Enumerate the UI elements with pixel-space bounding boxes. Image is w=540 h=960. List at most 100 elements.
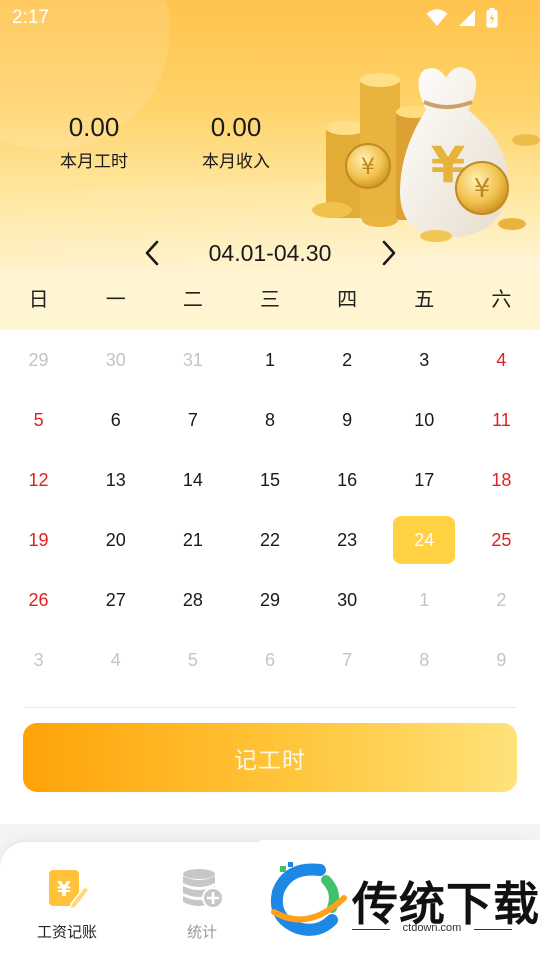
calendar-day-number: 12 (28, 469, 49, 490)
monthly-income-label: 本月收入 (202, 152, 270, 171)
date-range-label: 04.01-04.30 (208, 240, 332, 266)
calendar-day-number: 6 (110, 409, 121, 430)
calendar-day[interactable]: 17 (386, 450, 463, 510)
calendar-day[interactable]: 30 (309, 570, 386, 630)
calendar-day-number: 26 (28, 589, 49, 610)
calendar-day[interactable]: 18 (463, 450, 540, 510)
calendar-day-number: 9 (342, 409, 353, 430)
calendar-day-number: 9 (496, 649, 507, 670)
calendar-week: 5 6 7 8 9 10 11 (0, 390, 540, 450)
calendar-week: 3 4 5 6 7 8 9 (0, 630, 540, 690)
monthly-income-value: 0.00 (210, 112, 262, 142)
calendar-day[interactable]: 22 (231, 510, 308, 570)
wage-ledger-icon: ¥ (49, 870, 90, 910)
calendar-day[interactable]: 9 (463, 630, 540, 690)
calendar-day[interactable]: 30 (77, 330, 154, 390)
watermark: 传统下载 ctdown.com (260, 840, 540, 960)
calendar-day[interactable]: 6 (77, 390, 154, 450)
calendar-day-number: 18 (491, 469, 512, 490)
calendar-day-number: 13 (105, 469, 126, 490)
record-hours-button[interactable]: 记工时 (23, 723, 517, 792)
calendar-day[interactable]: 19 (0, 510, 77, 570)
calendar-day-number: 30 (105, 349, 126, 370)
calendar-day-number: 7 (187, 409, 198, 430)
calendar-day[interactable]: 5 (154, 630, 231, 690)
calendar-week: 29 30 31 1 2 3 4 (0, 330, 540, 390)
calendar-day[interactable]: 3 (0, 630, 77, 690)
svg-text:¥: ¥ (57, 877, 71, 901)
calendar-day[interactable]: 6 (231, 630, 308, 690)
calendar-day[interactable]: 16 (309, 450, 386, 510)
calendar-day-number: 6 (264, 649, 275, 670)
calendar-day-number: 14 (182, 469, 203, 490)
calendar-day-number: 2 (496, 589, 507, 610)
nav-statistics[interactable]: 统计 (142, 866, 262, 946)
calendar-day-number: 16 (337, 469, 358, 490)
calendar-day[interactable]: 1 (386, 570, 463, 630)
weekday-sun: 日 (28, 289, 49, 311)
calendar-day[interactable]: 2 (309, 330, 386, 390)
calendar-day[interactable]: 13 (77, 450, 154, 510)
calendar-day[interactable]: 12 (0, 450, 77, 510)
calendar-day[interactable]: 10 (386, 390, 463, 450)
calendar-day[interactable]: 31 (154, 330, 231, 390)
statistics-icon (183, 869, 224, 909)
calendar-day-number: 19 (28, 529, 49, 550)
calendar-day-number: 2 (342, 349, 353, 370)
weekday-thu: 四 (337, 289, 358, 311)
calendar-day[interactable]: 21 (154, 510, 231, 570)
calendar-day[interactable]: 15 (231, 450, 308, 510)
calendar-day[interactable]: 8 (231, 390, 308, 450)
record-hours-label: 记工时 (234, 746, 306, 773)
watermark-domain: ctdown.com (402, 922, 462, 934)
calendar-day[interactable]: 29 (0, 330, 77, 390)
calendar-day[interactable]: 23 (309, 510, 386, 570)
calendar-day[interactable]: 3 (386, 330, 463, 390)
calendar-day[interactable]: 20 (77, 510, 154, 570)
calendar-day-number: 20 (105, 529, 126, 550)
calendar-day[interactable]: 7 (309, 630, 386, 690)
calendar-day-number: 15 (259, 469, 280, 490)
calendar-day-number: 23 (337, 529, 358, 550)
watermark-line-right (474, 929, 512, 930)
calendar-day[interactable]: 28 (154, 570, 231, 630)
calendar-day[interactable]: 4 (77, 630, 154, 690)
calendar-day[interactable]: 29 (231, 570, 308, 630)
monthly-income-stat: 0.00 本月收入 (181, 112, 291, 172)
calendar-grid: 29 30 31 1 2 3 4 5 6 7 8 9 10 11 12 13 14 15 16 17 18 19 20 21 2… (0, 330, 540, 690)
status-time: 2:17 (12, 7, 49, 28)
calendar-day[interactable]: 2 (463, 570, 540, 630)
calendar-day-number: 8 (264, 409, 275, 430)
calendar-day[interactable]: 11 (463, 390, 540, 450)
calendar-day-number: 29 (259, 589, 280, 610)
calendar-day[interactable]: 1 (231, 330, 308, 390)
calendar-week: 12 13 14 15 16 17 18 (0, 450, 540, 510)
weekday-wed: 三 (259, 289, 280, 311)
calendar-day-number: 24 (414, 529, 435, 550)
next-month-icon[interactable] (373, 238, 403, 268)
weekday-header: 日 一 二 三 四 五 六 (0, 270, 540, 330)
calendar-day[interactable]: 8 (386, 630, 463, 690)
calendar-day[interactable]: 25 (463, 510, 540, 570)
weekday-tue: 二 (182, 289, 203, 311)
calendar-day[interactable]: 7 (154, 390, 231, 450)
status-icons (426, 8, 498, 28)
calendar-day-number: 8 (419, 649, 430, 670)
calendar-day-number: 27 (105, 589, 126, 610)
calendar-day[interactable]: 26 (0, 570, 77, 630)
calendar-day-number: 5 (187, 649, 198, 670)
calendar-day-number: 11 (492, 409, 511, 430)
monthly-hours-stat: 0.00 本月工时 (39, 112, 149, 172)
calendar-day[interactable]: 5 (0, 390, 77, 450)
wifi-icon (426, 9, 448, 26)
monthly-hours-value: 0.00 (68, 112, 120, 142)
calendar-day[interactable]: 27 (77, 570, 154, 630)
nav-wage-ledger[interactable]: ¥ 工资记账 (7, 866, 127, 946)
calendar-day[interactable]: 9 (309, 390, 386, 450)
calendar-day-number: 29 (28, 349, 49, 370)
monthly-hours-label: 本月工时 (60, 152, 128, 171)
calendar-day[interactable]: 14 (154, 450, 231, 510)
calendar-day-selected[interactable]: 24 (386, 510, 463, 570)
calendar-day[interactable]: 4 (463, 330, 540, 390)
calendar-week: 26 27 28 29 30 1 2 (0, 570, 540, 630)
